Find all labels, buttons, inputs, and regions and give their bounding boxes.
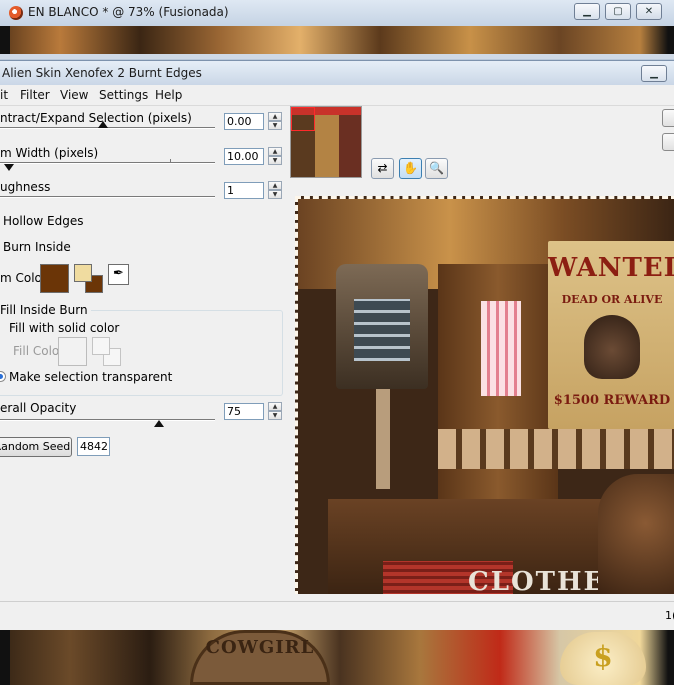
maximize-icon: ▢: [613, 6, 623, 17]
cancel-button-edge[interactable]: [662, 133, 674, 151]
spin-down-icon[interactable]: ▼: [268, 411, 282, 420]
spin-down-icon[interactable]: ▼: [268, 156, 282, 165]
make-transparent-radio[interactable]: Make selection transparent: [9, 370, 172, 384]
minimize-icon: ▁: [583, 6, 591, 17]
burn-width-thumb[interactable]: [4, 164, 14, 171]
random-seed-input[interactable]: 4842: [77, 437, 110, 456]
minimize-icon: ▁: [650, 68, 658, 79]
burn-color-swatch[interactable]: [40, 264, 69, 293]
fill-secondary-swatch[interactable]: [92, 337, 110, 355]
navigator-thumbnail[interactable]: [290, 106, 362, 178]
menu-help[interactable]: Help: [155, 88, 182, 102]
burn-width-input[interactable]: 10.00: [224, 148, 264, 165]
menu-filter[interactable]: Filter: [20, 88, 50, 102]
hand-icon: ✋: [403, 161, 418, 175]
status-bar: 1(: [0, 601, 674, 630]
preview-toggle-button[interactable]: ⇄: [371, 158, 394, 179]
preview-canvas[interactable]: WANTED DEAD OR ALIVE $1500 REWARD CLOTHE…: [295, 196, 674, 594]
horse: [598, 474, 674, 594]
slider-tick: [170, 159, 171, 163]
dialog-titlebar[interactable]: Alien Skin Xenofex 2 Burnt Edges ▁: [0, 61, 674, 85]
wanted-portrait: [584, 315, 640, 379]
hollow-edges-checkbox[interactable]: Hollow Edges: [3, 214, 83, 228]
overall-opacity-spinner[interactable]: ▲ ▼: [268, 402, 282, 421]
wanted-title: WANTED: [548, 253, 674, 283]
reward-text: $1500 REWARD: [553, 393, 671, 408]
random-seed-button[interactable]: Random Seed: [0, 437, 72, 457]
status-text: 1(: [665, 609, 674, 622]
roughness-spinner[interactable]: ▲ ▼: [268, 181, 282, 200]
contract-expand-input[interactable]: 0.00: [224, 113, 264, 130]
lantern-glass: [354, 299, 410, 361]
burn-width-slider[interactable]: [0, 162, 215, 164]
dialog-title: Alien Skin Xenofex 2 Burnt Edges: [2, 66, 202, 80]
close-icon: ✕: [644, 6, 654, 17]
eyedropper-icon: ✒: [113, 266, 124, 281]
contract-expand-spinner[interactable]: ▲ ▼: [268, 112, 282, 131]
preview-toggle-icon: ⇄: [377, 161, 388, 175]
roughness-slider[interactable]: [0, 196, 215, 198]
dead-or-alive-text: DEAD OR ALIVE: [561, 293, 663, 306]
fill-color-swatch[interactable]: [58, 337, 87, 366]
menu-view[interactable]: View: [60, 88, 88, 102]
burn-inside-checkbox[interactable]: Burn Inside: [3, 240, 71, 254]
ok-button-edge[interactable]: [662, 109, 674, 127]
fill-color-label: Fill Color: [13, 344, 65, 358]
minimize-button[interactable]: ▁: [574, 3, 600, 20]
lantern-post: [376, 389, 390, 489]
app-icon: [9, 6, 23, 20]
money-sign: $: [593, 640, 613, 673]
spin-up-icon[interactable]: ▲: [268, 402, 282, 411]
contract-expand-label: ntract/Expand Selection (pixels): [0, 111, 192, 125]
zoom-tool-button[interactable]: 🔍: [425, 158, 448, 179]
striped-curtain-window: [481, 301, 521, 396]
spin-up-icon[interactable]: ▲: [268, 112, 282, 121]
dialog-menubar: it Filter View Settings Help: [0, 85, 674, 106]
roughness-label: ughness: [0, 180, 51, 194]
background-canvas-top: [0, 26, 674, 54]
spin-down-icon[interactable]: ▼: [268, 190, 282, 199]
fill-solid-radio[interactable]: Fill with solid color: [9, 321, 119, 335]
cowgirl-sign: COWGIRL: [190, 630, 330, 685]
eyedropper-button[interactable]: ✒: [108, 264, 129, 285]
overall-opacity-thumb[interactable]: [154, 420, 164, 427]
wanted-poster: WANTED DEAD OR ALIVE $1500 REWARD: [548, 241, 674, 429]
cowgirl-text: COWGIRL: [205, 637, 315, 658]
navigator-view-box[interactable]: [291, 107, 315, 131]
contract-expand-thumb[interactable]: [98, 121, 108, 128]
dialog-minimize-button[interactable]: ▁: [641, 65, 667, 82]
hand-tool-button[interactable]: ✋: [399, 158, 422, 179]
burn-width-label: m Width (pixels): [0, 146, 99, 160]
close-button[interactable]: ✕: [636, 3, 662, 20]
spin-up-icon[interactable]: ▲: [268, 181, 282, 190]
secondary-color-swatch[interactable]: [74, 264, 92, 282]
money-bag-image: $: [560, 632, 646, 685]
burn-width-spinner[interactable]: ▲ ▼: [268, 147, 282, 166]
background-titlebar[interactable]: EN BLANCO * @ 73% (Fusionada) ▁ ▢ ✕: [0, 0, 674, 27]
overall-opacity-slider[interactable]: [0, 419, 215, 421]
maximize-button[interactable]: ▢: [605, 3, 631, 20]
burnt-edges-dialog: Alien Skin Xenofex 2 Burnt Edges ▁ it Fi…: [0, 60, 674, 630]
preview-frame: WANTED DEAD OR ALIVE $1500 REWARD CLOTHE…: [290, 188, 674, 594]
spin-up-icon[interactable]: ▲: [268, 147, 282, 156]
zoom-icon: 🔍: [429, 161, 444, 175]
overall-opacity-label: erall Opacity: [0, 401, 77, 415]
fill-inside-burn-label: Fill Inside Burn: [0, 303, 91, 317]
spin-down-icon[interactable]: ▼: [268, 121, 282, 130]
background-window-title: EN BLANCO * @ 73% (Fusionada): [28, 5, 229, 19]
fence: [438, 429, 674, 469]
roughness-input[interactable]: 1: [224, 182, 264, 199]
overall-opacity-input[interactable]: 75: [224, 403, 264, 420]
menu-settings[interactable]: Settings: [99, 88, 148, 102]
menu-edit[interactable]: it: [0, 88, 8, 102]
